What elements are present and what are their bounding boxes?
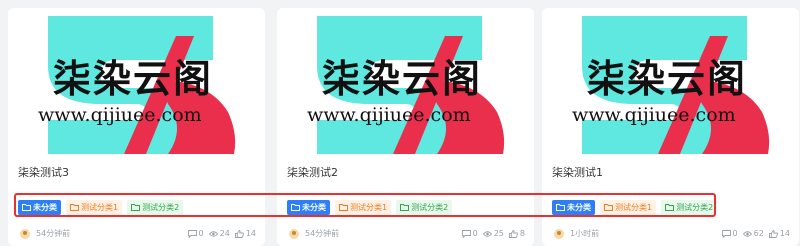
post-meta: 1小时前 0 62 14 — [552, 227, 792, 241]
category-tag[interactable]: 测试分类1 — [335, 200, 392, 215]
comment-icon — [461, 230, 471, 238]
view-count: 24 — [208, 228, 230, 240]
thumbnail-brand-url: www.qijiuee.com — [572, 104, 736, 126]
category-tag[interactable]: 测试分类1 — [600, 200, 657, 215]
comment-count: 0 — [461, 228, 478, 240]
comment-icon — [721, 230, 731, 238]
thumbnail-brand-name: 柒染云阁 — [587, 57, 748, 101]
thumbs-up-icon — [768, 230, 778, 238]
category-tag-label: 未分类 — [567, 203, 591, 212]
avatar[interactable] — [20, 229, 30, 239]
post-time: 54分钟前 — [36, 229, 71, 238]
post-meta: 54分钟前 0 24 14 — [18, 227, 258, 241]
post-thumbnail[interactable]: 柒染云阁 www.qijiuee.com — [8, 8, 265, 154]
category-tag[interactable]: 未分类 — [287, 200, 330, 215]
eye-icon — [482, 231, 492, 237]
category-tag-label: 未分类 — [302, 203, 326, 212]
folder-icon — [665, 204, 675, 211]
post-time: 1小时前 — [570, 229, 600, 238]
post-time: 54分钟前 — [305, 229, 340, 238]
category-tag[interactable]: 测试分类2 — [396, 200, 453, 215]
category-tag[interactable]: 测试分类1 — [66, 200, 123, 215]
category-tag[interactable]: 测试分类2 — [661, 200, 718, 215]
folder-icon — [131, 204, 141, 211]
thumbnail-brand-name: 柒染云阁 — [322, 57, 483, 101]
view-count: 25 — [482, 228, 504, 240]
category-tag[interactable]: 测试分类2 — [127, 200, 184, 215]
thumbnail-brand-url: www.qijiuee.com — [307, 104, 471, 126]
post-stats: 0 62 14 — [721, 228, 790, 240]
folder-icon — [22, 204, 31, 211]
eye-icon — [208, 231, 218, 237]
post-title[interactable]: 柒染测试1 — [552, 166, 603, 180]
comment-icon — [187, 230, 197, 238]
post-card[interactable]: 柒染云阁 www.qijiuee.com 柒染测试3 未分类 测试分类1 测试分… — [8, 8, 265, 246]
post-stats: 0 25 8 — [461, 228, 525, 240]
folder-icon — [400, 204, 410, 211]
thumbnail-brand-url: www.qijiuee.com — [38, 104, 202, 126]
category-tag[interactable]: 未分类 — [552, 200, 595, 215]
like-count[interactable]: 14 — [234, 228, 256, 240]
category-tag[interactable]: 未分类 — [18, 200, 61, 215]
post-title[interactable]: 柒染测试2 — [287, 166, 338, 180]
avatar[interactable] — [554, 229, 564, 239]
view-count: 62 — [742, 228, 764, 240]
category-tags: 未分类 测试分类1 测试分类2 — [18, 200, 184, 215]
post-thumbnail[interactable]: 柒染云阁 www.qijiuee.com — [277, 8, 534, 154]
thumbs-up-icon — [234, 230, 244, 238]
folder-icon — [70, 204, 79, 211]
thumbs-up-icon — [508, 230, 518, 238]
category-tag-label: 测试分类1 — [615, 203, 653, 212]
category-tags: 未分类 测试分类1 测试分类2 — [287, 200, 453, 215]
folder-icon — [604, 204, 613, 211]
thumbnail-brand-name: 柒染云阁 — [53, 57, 214, 101]
post-card[interactable]: 柒染云阁 www.qijiuee.com 柒染测试2 未分类 测试分类1 测试分… — [277, 8, 534, 246]
post-thumbnail[interactable]: 柒染云阁 www.qijiuee.com — [542, 8, 799, 154]
category-tag-label: 测试分类2 — [411, 203, 449, 212]
avatar[interactable] — [289, 229, 299, 239]
post-title[interactable]: 柒染测试3 — [18, 166, 69, 180]
like-count[interactable]: 14 — [768, 228, 790, 240]
category-tag-label: 测试分类2 — [676, 203, 714, 212]
category-tag-label: 测试分类1 — [350, 203, 388, 212]
category-tag-label: 测试分类1 — [81, 203, 119, 212]
folder-icon — [556, 204, 565, 211]
category-tag-label: 测试分类2 — [142, 203, 180, 212]
eye-icon — [742, 231, 752, 237]
comment-count: 0 — [721, 228, 738, 240]
like-count[interactable]: 8 — [508, 228, 525, 240]
folder-icon — [291, 204, 300, 211]
comment-count: 0 — [187, 228, 204, 240]
folder-icon — [339, 204, 348, 211]
post-card[interactable]: 柒染云阁 www.qijiuee.com 柒染测试1 未分类 测试分类1 测试分… — [542, 8, 799, 246]
category-tags: 未分类 测试分类1 测试分类2 — [552, 200, 718, 215]
post-stats: 0 24 14 — [187, 228, 256, 240]
post-meta: 54分钟前 0 25 8 — [287, 227, 527, 241]
category-tag-label: 未分类 — [33, 203, 57, 212]
